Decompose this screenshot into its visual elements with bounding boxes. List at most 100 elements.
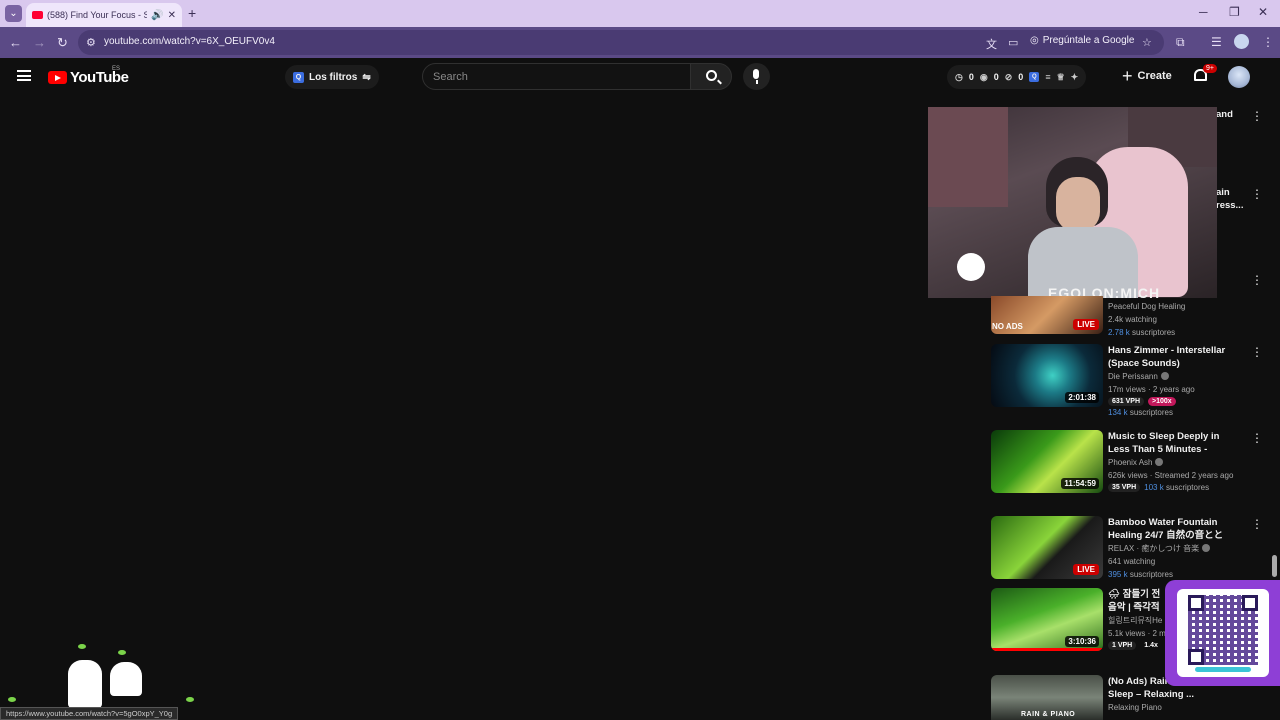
ask-google-button[interactable]: ◎ Pregúntale a Google: [1030, 35, 1134, 46]
recommendation-item[interactable]: 11:54:59 Music to Sleep Deeply in Less T…: [991, 430, 1263, 510]
video-title[interactable]: 🌧 잠들기 전 음악 | 즉각적: [1108, 588, 1168, 614]
hidden-eye-icon: ⊘: [1004, 71, 1013, 82]
more-options-icon[interactable]: ⋮: [1251, 432, 1263, 444]
recommendation-item[interactable]: NO ADS LIVE Peaceful Dog Healing 2.4k wa…: [991, 296, 1256, 338]
address-bar[interactable]: ⚙ youtube.com/watch?v=6X_OEUFV0v4 文 ▭ ◎ …: [78, 30, 1164, 55]
more-options-icon[interactable]: ⋮: [1251, 346, 1263, 358]
more-options-icon[interactable]: ⋮: [1251, 274, 1263, 286]
channel-name[interactable]: RELAX · 癒かしつけ 音楽: [1108, 542, 1238, 555]
video-title[interactable]: Music to Sleep Deeply in Less Than 5 Min…: [1108, 430, 1238, 456]
browser-tab-bar: ⌄ (588) Find Your Focus - Sol 🔊 ✕ + ─ ❐ …: [0, 0, 1280, 27]
trophy-icon[interactable]: ♕: [1057, 72, 1065, 83]
channel-name[interactable]: Peaceful Dog Healing: [1108, 300, 1238, 313]
clipped-video-title[interactable]: ress...: [1216, 200, 1243, 211]
url-text[interactable]: youtube.com/watch?v=6X_OEUFV0v4: [104, 36, 275, 47]
cast-icon[interactable]: ▭: [1008, 36, 1018, 49]
recommendation-item[interactable]: 2:01:38 Hans Zimmer - Interstellar (Spac…: [991, 344, 1263, 424]
qr-code-overlay[interactable]: [1165, 580, 1280, 686]
back-arrow-icon[interactable]: ←: [9, 35, 22, 50]
video-thumbnail[interactable]: RAIN & PIANO: [991, 675, 1103, 720]
verified-check-icon: [1155, 458, 1164, 466]
view-count: 641 watching: [1108, 557, 1156, 566]
video-title[interactable]: Bamboo Water Fountain Healing 24/7 自然の音と…: [1108, 516, 1238, 542]
search-input[interactable]: [423, 64, 690, 89]
close-tab-icon[interactable]: ✕: [168, 10, 176, 21]
browser-tab-active[interactable]: (588) Find Your Focus - Sol 🔊 ✕: [26, 3, 182, 27]
video-thumbnail[interactable]: 11:54:59: [991, 430, 1103, 493]
scrollbar-thumb[interactable]: [1272, 555, 1277, 577]
filters-button[interactable]: Q Los filtros ⇋: [285, 65, 379, 89]
reload-icon[interactable]: ↻: [57, 35, 68, 51]
browser-profile-avatar[interactable]: [1234, 34, 1249, 49]
new-tab-button[interactable]: +: [188, 5, 196, 21]
extension-counters[interactable]: ◷ 0 ◉ 0 ⊘ 0 Q ≡ ♕ ✦: [947, 65, 1087, 89]
search-icon: [706, 70, 717, 81]
video-person: [1056, 177, 1100, 232]
notification-count-badge: 9+: [1203, 64, 1217, 73]
channel-name[interactable]: Relaxing Piano: [1108, 701, 1238, 714]
extension-logo-icon: Q: [1029, 72, 1040, 82]
bookmark-star-icon[interactable]: ☆: [1142, 36, 1152, 49]
clipped-video-title[interactable]: and: [1216, 109, 1233, 120]
hamburger-menu-icon[interactable]: [17, 70, 31, 81]
extensions-icon[interactable]: ⧉: [1176, 35, 1185, 50]
channel-name[interactable]: Phoenix Ash: [1108, 456, 1238, 469]
more-options-icon[interactable]: ⋮: [1251, 188, 1263, 200]
search-button[interactable]: [690, 63, 732, 90]
view-count: 2.4k watching: [1108, 315, 1157, 324]
list-icon[interactable]: ≡: [1045, 72, 1050, 82]
minimize-window-button[interactable]: ─: [1199, 5, 1208, 19]
speaker-icon[interactable]: 🔊: [151, 10, 163, 21]
extension-badge-icon: Q: [293, 71, 304, 83]
youtube-logo[interactable]: YouTube ES: [48, 66, 129, 86]
video-thumbnail[interactable]: LIVE: [991, 516, 1103, 579]
voice-search-mic-icon[interactable]: [743, 63, 770, 90]
subscriber-count: 134 k suscriptores: [1108, 408, 1173, 417]
ghost-sticker: [68, 660, 102, 708]
mini-player-video[interactable]: EGOLON:MICH: [928, 107, 1217, 298]
sparkle-icon[interactable]: ✦: [1071, 72, 1079, 83]
thumbnail-label: NO ADS: [992, 322, 1023, 331]
recommendation-item[interactable]: LIVE Bamboo Water Fountain Healing 24/7 …: [991, 516, 1263, 586]
qr-finder-pattern: [1188, 649, 1204, 665]
live-badge: LIVE: [1073, 564, 1099, 575]
account-avatar[interactable]: [1228, 66, 1250, 88]
translate-icon[interactable]: 文: [986, 36, 997, 52]
more-options-icon[interactable]: ⋮: [1251, 518, 1263, 530]
restore-window-button[interactable]: ❐: [1229, 5, 1240, 19]
sprout-icon: [8, 697, 16, 702]
ask-google-label: Pregúntale a Google: [1042, 35, 1135, 46]
youtube-play-icon: [48, 71, 67, 84]
notifications-bell-icon[interactable]: 9+: [1193, 64, 1217, 83]
video-thumbnail[interactable]: 3:10:36: [991, 588, 1103, 651]
channel-name[interactable]: Die Perissann: [1108, 370, 1238, 383]
create-button[interactable]: + Create: [1122, 67, 1172, 85]
search-box[interactable]: [422, 63, 691, 90]
forward-arrow-icon[interactable]: →: [33, 35, 46, 50]
google-lens-icon: ◎: [1030, 35, 1039, 46]
close-window-button[interactable]: ✕: [1258, 5, 1268, 19]
qr-caption-bar: [1195, 667, 1251, 672]
counter-value: 0: [1018, 72, 1024, 82]
more-options-icon[interactable]: ⋮: [1251, 110, 1263, 122]
video-background: [928, 107, 1008, 207]
clipped-video-title[interactable]: ain: [1216, 187, 1230, 198]
tab-search-menu-icon[interactable]: ⌄: [5, 5, 22, 22]
site-info-icon[interactable]: ⚙: [86, 36, 96, 49]
channel-name[interactable]: 힐링트리뮤직He: [1108, 614, 1168, 627]
video-title[interactable]: Hans Zimmer - Interstellar (Space Sounds…: [1108, 344, 1238, 370]
browser-menu-icon[interactable]: ⋮: [1262, 35, 1274, 49]
video-thumbnail[interactable]: 2:01:38: [991, 344, 1103, 407]
view-count: 5.1k views · 2 m: [1108, 629, 1166, 638]
qr-card: [1177, 589, 1269, 677]
country-code: ES: [112, 66, 121, 72]
youtube-header: YouTube ES Q Los filtros ⇋ ◷ 0 ◉ 0 ⊘ 0 Q…: [0, 58, 1280, 98]
status-bar-url: https://www.youtube.com/watch?v=5gO0xpY_…: [0, 707, 179, 720]
clock-icon: ◷: [955, 71, 963, 82]
video-thumbnail[interactable]: NO ADS LIVE: [991, 296, 1103, 334]
vph-badge: 35 VPH: [1108, 483, 1141, 492]
reading-list-icon[interactable]: ☰: [1211, 35, 1222, 49]
sprout-icon: [186, 697, 194, 702]
subscriber-count: 103 k suscriptores: [1144, 483, 1210, 492]
tab-title: (588) Find Your Focus - Sol: [47, 10, 148, 20]
